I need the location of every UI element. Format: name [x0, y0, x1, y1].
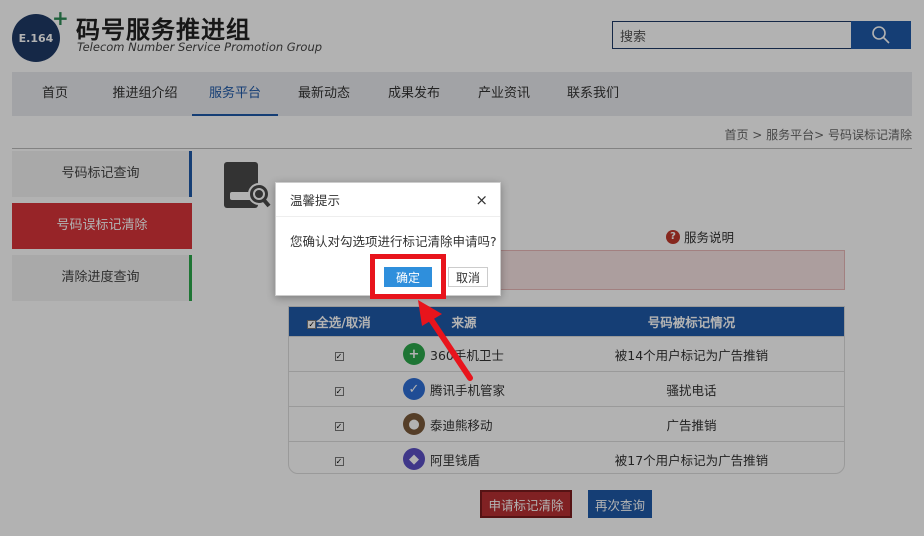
dialog-header: 温馨提示 × [276, 183, 500, 217]
dialog-title: 温馨提示 [290, 193, 341, 208]
dialog-message: 您确认对勾选项进行标记清除申请吗? [290, 234, 497, 249]
highlight-box [370, 254, 446, 299]
cancel-button[interactable]: 取消 [448, 267, 488, 287]
pointer-arrow-icon [418, 300, 473, 381]
close-icon[interactable]: × [475, 191, 488, 209]
